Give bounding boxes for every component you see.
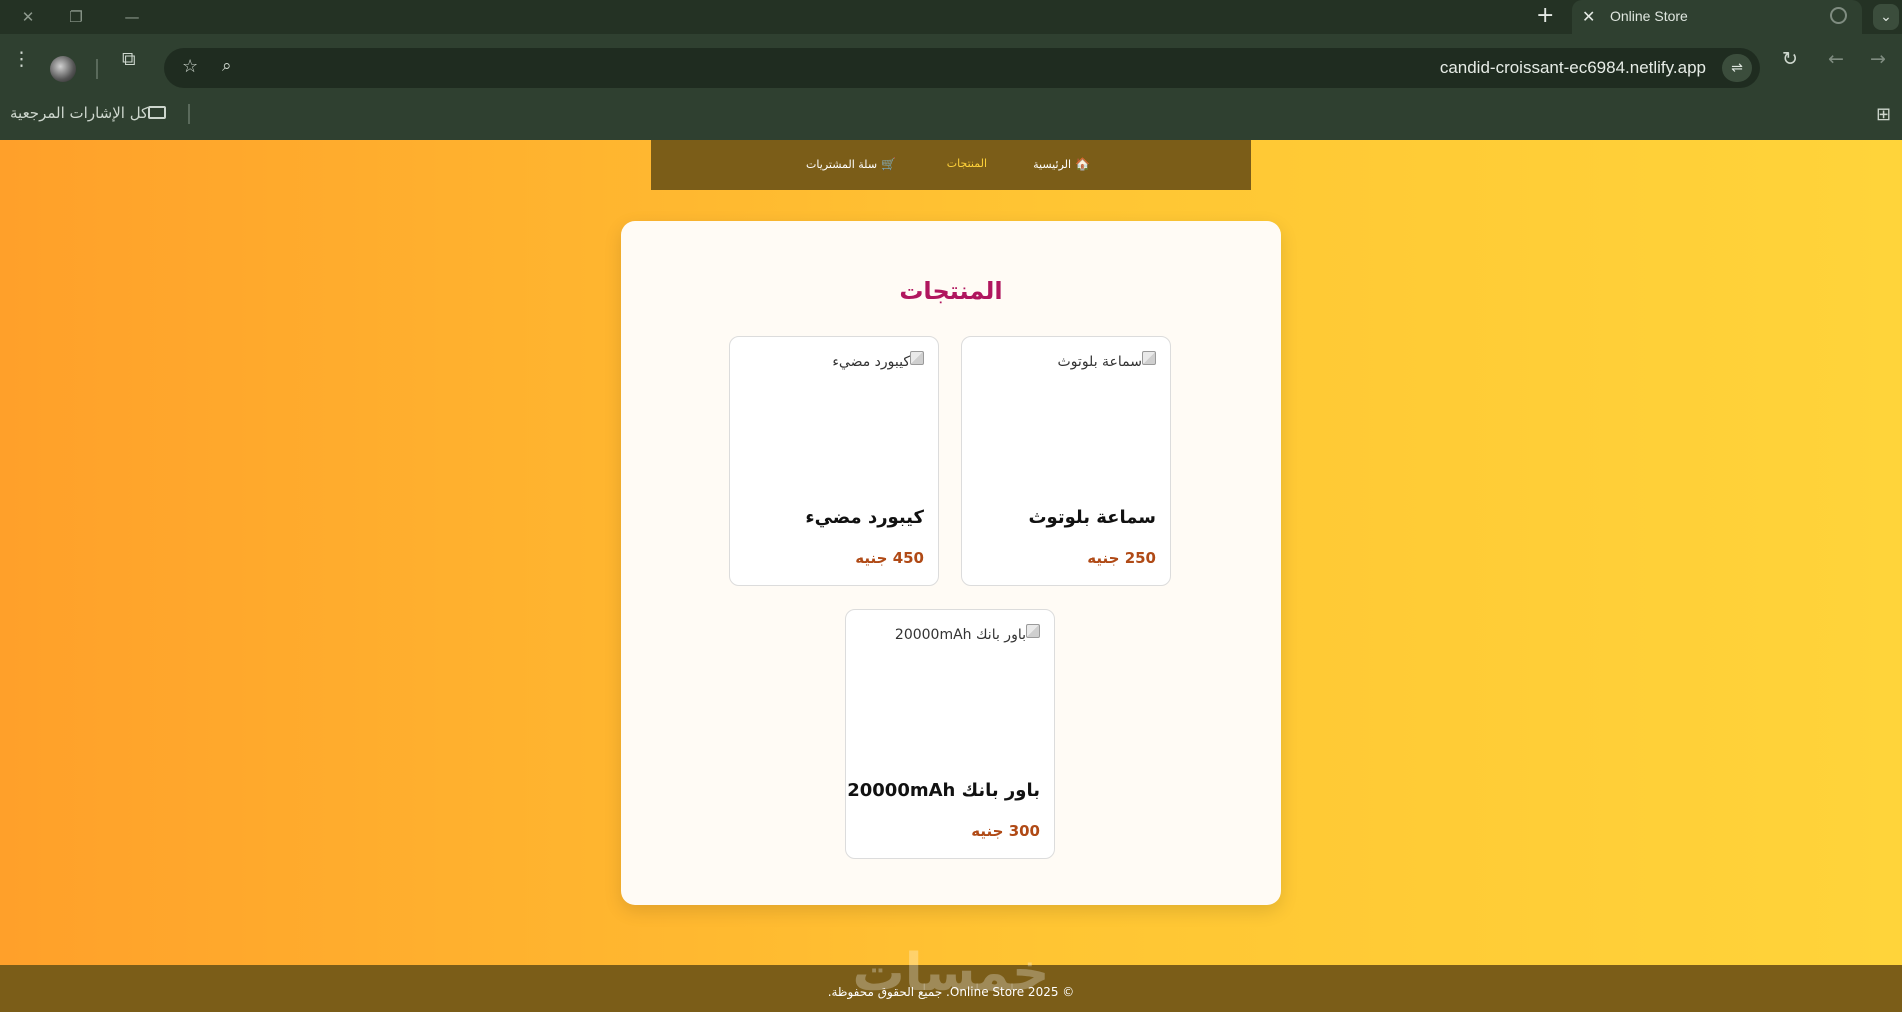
search-icon[interactable]: ⌕	[222, 56, 232, 76]
product-price: 450 جنيه	[855, 549, 924, 567]
image-alt-text: باور بانك 20000mAh	[894, 627, 1026, 643]
nav-cart[interactable]: 🛒سلة المشتريات	[806, 157, 896, 171]
product-card[interactable]: باور بانك 20000mAh باور بانك 20000mAh 30…	[845, 609, 1055, 859]
broken-image-icon	[910, 351, 924, 365]
browser-toolbar: ⋮ ⧉ ☆ ⌕ candid-croissant-ec6984.netlify.…	[0, 34, 1902, 140]
browser-tab[interactable]: ✕ Online Store	[1572, 0, 1862, 34]
globe-icon	[1830, 7, 1847, 24]
product-image: كيبورد مضيء	[744, 351, 924, 471]
reload-icon[interactable]: ↻	[1782, 48, 1798, 70]
nav-home[interactable]: 🏠الرئيسية	[1033, 157, 1090, 171]
forward-arrow-icon[interactable]: →	[1870, 48, 1886, 70]
footer: خمسات © Online Store 2025. جميع الحقوق م…	[0, 943, 1902, 1012]
broken-image-icon	[1142, 351, 1156, 365]
site-settings-icon[interactable]: ⇌	[1722, 54, 1752, 82]
toolbar-divider	[96, 59, 98, 79]
extensions-icon[interactable]: ⧉	[122, 48, 136, 70]
tab-close-icon[interactable]: ✕	[1582, 7, 1595, 26]
page-background: 🏠الرئيسية المنتجات 🛒سلة المشتريات المنتج…	[0, 140, 1902, 1012]
tab-search-chevron-icon[interactable]: ⌄	[1873, 4, 1899, 30]
browser-tab-bar: ✕ ❐ — + ✕ Online Store ⌄	[0, 0, 1902, 34]
back-arrow-icon[interactable]: ←	[1828, 48, 1844, 70]
product-card[interactable]: كيبورد مضيء كيبورد مضيء 450 جنيه	[729, 336, 939, 586]
new-tab-plus-icon[interactable]: +	[1536, 3, 1554, 28]
image-alt-text: سماعة بلوتوث	[1057, 354, 1142, 370]
broken-image-icon	[1026, 624, 1040, 638]
cart-icon: 🛒	[881, 157, 896, 171]
url-text[interactable]: candid-croissant-ec6984.netlify.app	[1440, 58, 1706, 78]
nav-products[interactable]: المنتجات	[947, 157, 987, 170]
product-price: 300 جنيه	[971, 822, 1040, 840]
folder-icon[interactable]	[148, 106, 166, 119]
apps-grid-icon[interactable]: ⊞	[1876, 104, 1891, 125]
menu-dots-icon[interactable]: ⋮	[12, 48, 31, 70]
window-minimize-icon[interactable]: —	[104, 0, 160, 34]
product-name: كيبورد مضيء	[805, 507, 924, 528]
top-nav: 🏠الرئيسية المنتجات 🛒سلة المشتريات	[651, 140, 1251, 190]
window-restore-icon[interactable]: ❐	[48, 0, 104, 34]
product-image: سماعة بلوتوث	[976, 351, 1156, 471]
product-image: باور بانك 20000mAh	[860, 624, 1040, 744]
page-title: المنتجات	[899, 277, 1003, 305]
products-section: المنتجات سماعة بلوتوث سماعة بلوتوث 250 ج…	[621, 221, 1281, 905]
product-card[interactable]: سماعة بلوتوث سماعة بلوتوث 250 جنيه	[961, 336, 1171, 586]
address-bar[interactable]: ☆ ⌕ candid-croissant-ec6984.netlify.app …	[164, 48, 1760, 88]
nav-cart-label: سلة المشتريات	[806, 158, 878, 171]
all-bookmarks-label[interactable]: كل الإشارات المرجعية	[10, 104, 148, 122]
profile-avatar[interactable]	[50, 56, 76, 82]
image-alt-text: كيبورد مضيء	[832, 354, 910, 370]
home-icon: 🏠	[1075, 157, 1090, 171]
product-price: 250 جنيه	[1087, 549, 1156, 567]
nav-products-label: المنتجات	[946, 157, 987, 170]
bookmarks-divider	[188, 104, 190, 124]
tab-title: Online Store	[1610, 8, 1688, 24]
bookmark-star-icon[interactable]: ☆	[182, 56, 198, 77]
nav-home-label: الرئيسية	[1033, 158, 1072, 171]
product-name: سماعة بلوتوث	[1028, 507, 1156, 528]
product-name: باور بانك 20000mAh	[847, 780, 1040, 801]
footer-copyright: © Online Store 2025. جميع الحقوق محفوظة.	[827, 985, 1075, 999]
